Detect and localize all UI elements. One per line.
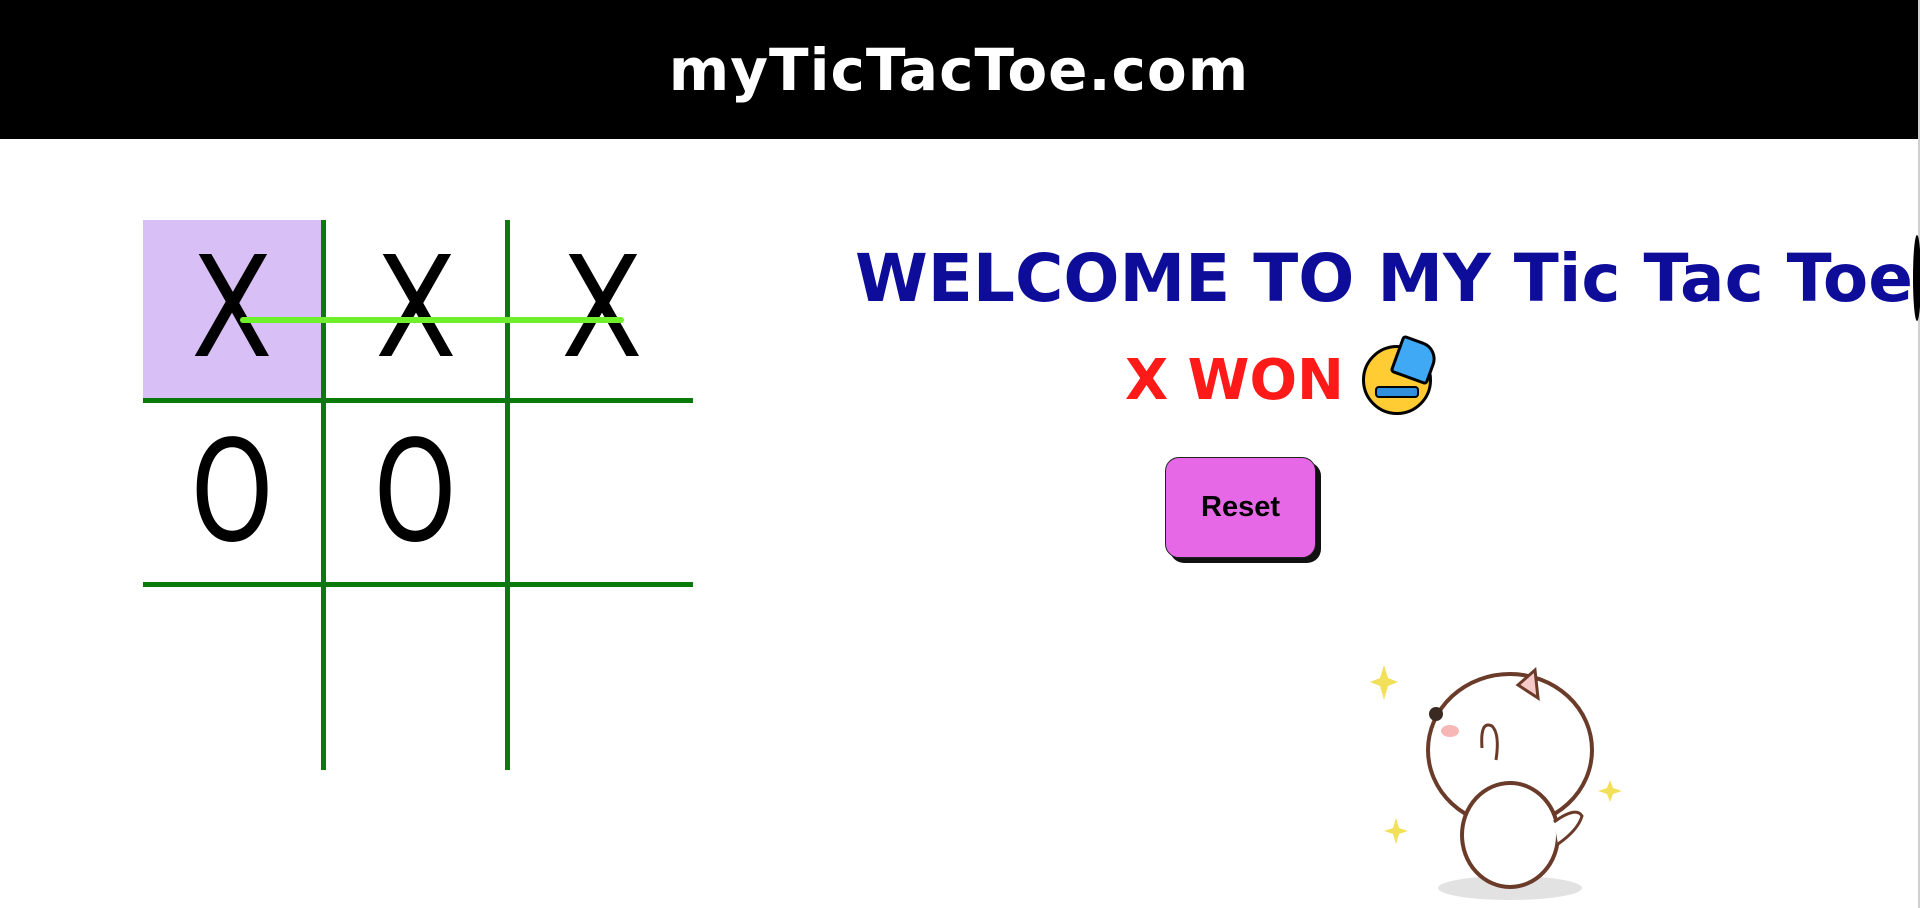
status-text: X WON [1125,347,1344,413]
board-cell[interactable]: X [326,220,510,403]
zany-face-icon [1913,235,1920,321]
welcome-heading: WELCOME TO MY Tic Tac Toe [855,235,1920,321]
board-cell[interactable]: X [143,220,326,403]
board-cell[interactable] [143,587,326,770]
board-cell[interactable]: O [326,403,510,587]
board-cell[interactable] [510,403,693,587]
game-status: X WON [1125,334,1441,415]
cell-mark: X [191,227,273,390]
cell-mark: X [560,227,643,390]
cat-sticker-icon [1370,665,1622,900]
cell-mark: X [374,227,457,390]
reset-button[interactable]: Reset [1165,457,1316,558]
site-title: myTicTacToe.com [668,35,1250,104]
partying-face-icon [1361,334,1441,415]
board-cell[interactable]: O [143,403,326,587]
board-cell[interactable] [510,587,693,770]
cell-mark: O [374,410,457,574]
board-cell[interactable]: X [510,220,693,403]
board-cell[interactable] [326,587,510,770]
header-bar: myTicTacToe.com [0,0,1918,139]
win-line [240,317,624,323]
game-board: X X X O O [143,220,693,770]
cell-mark: O [190,410,274,574]
welcome-text: WELCOME TO MY Tic Tac Toe [855,239,1914,317]
